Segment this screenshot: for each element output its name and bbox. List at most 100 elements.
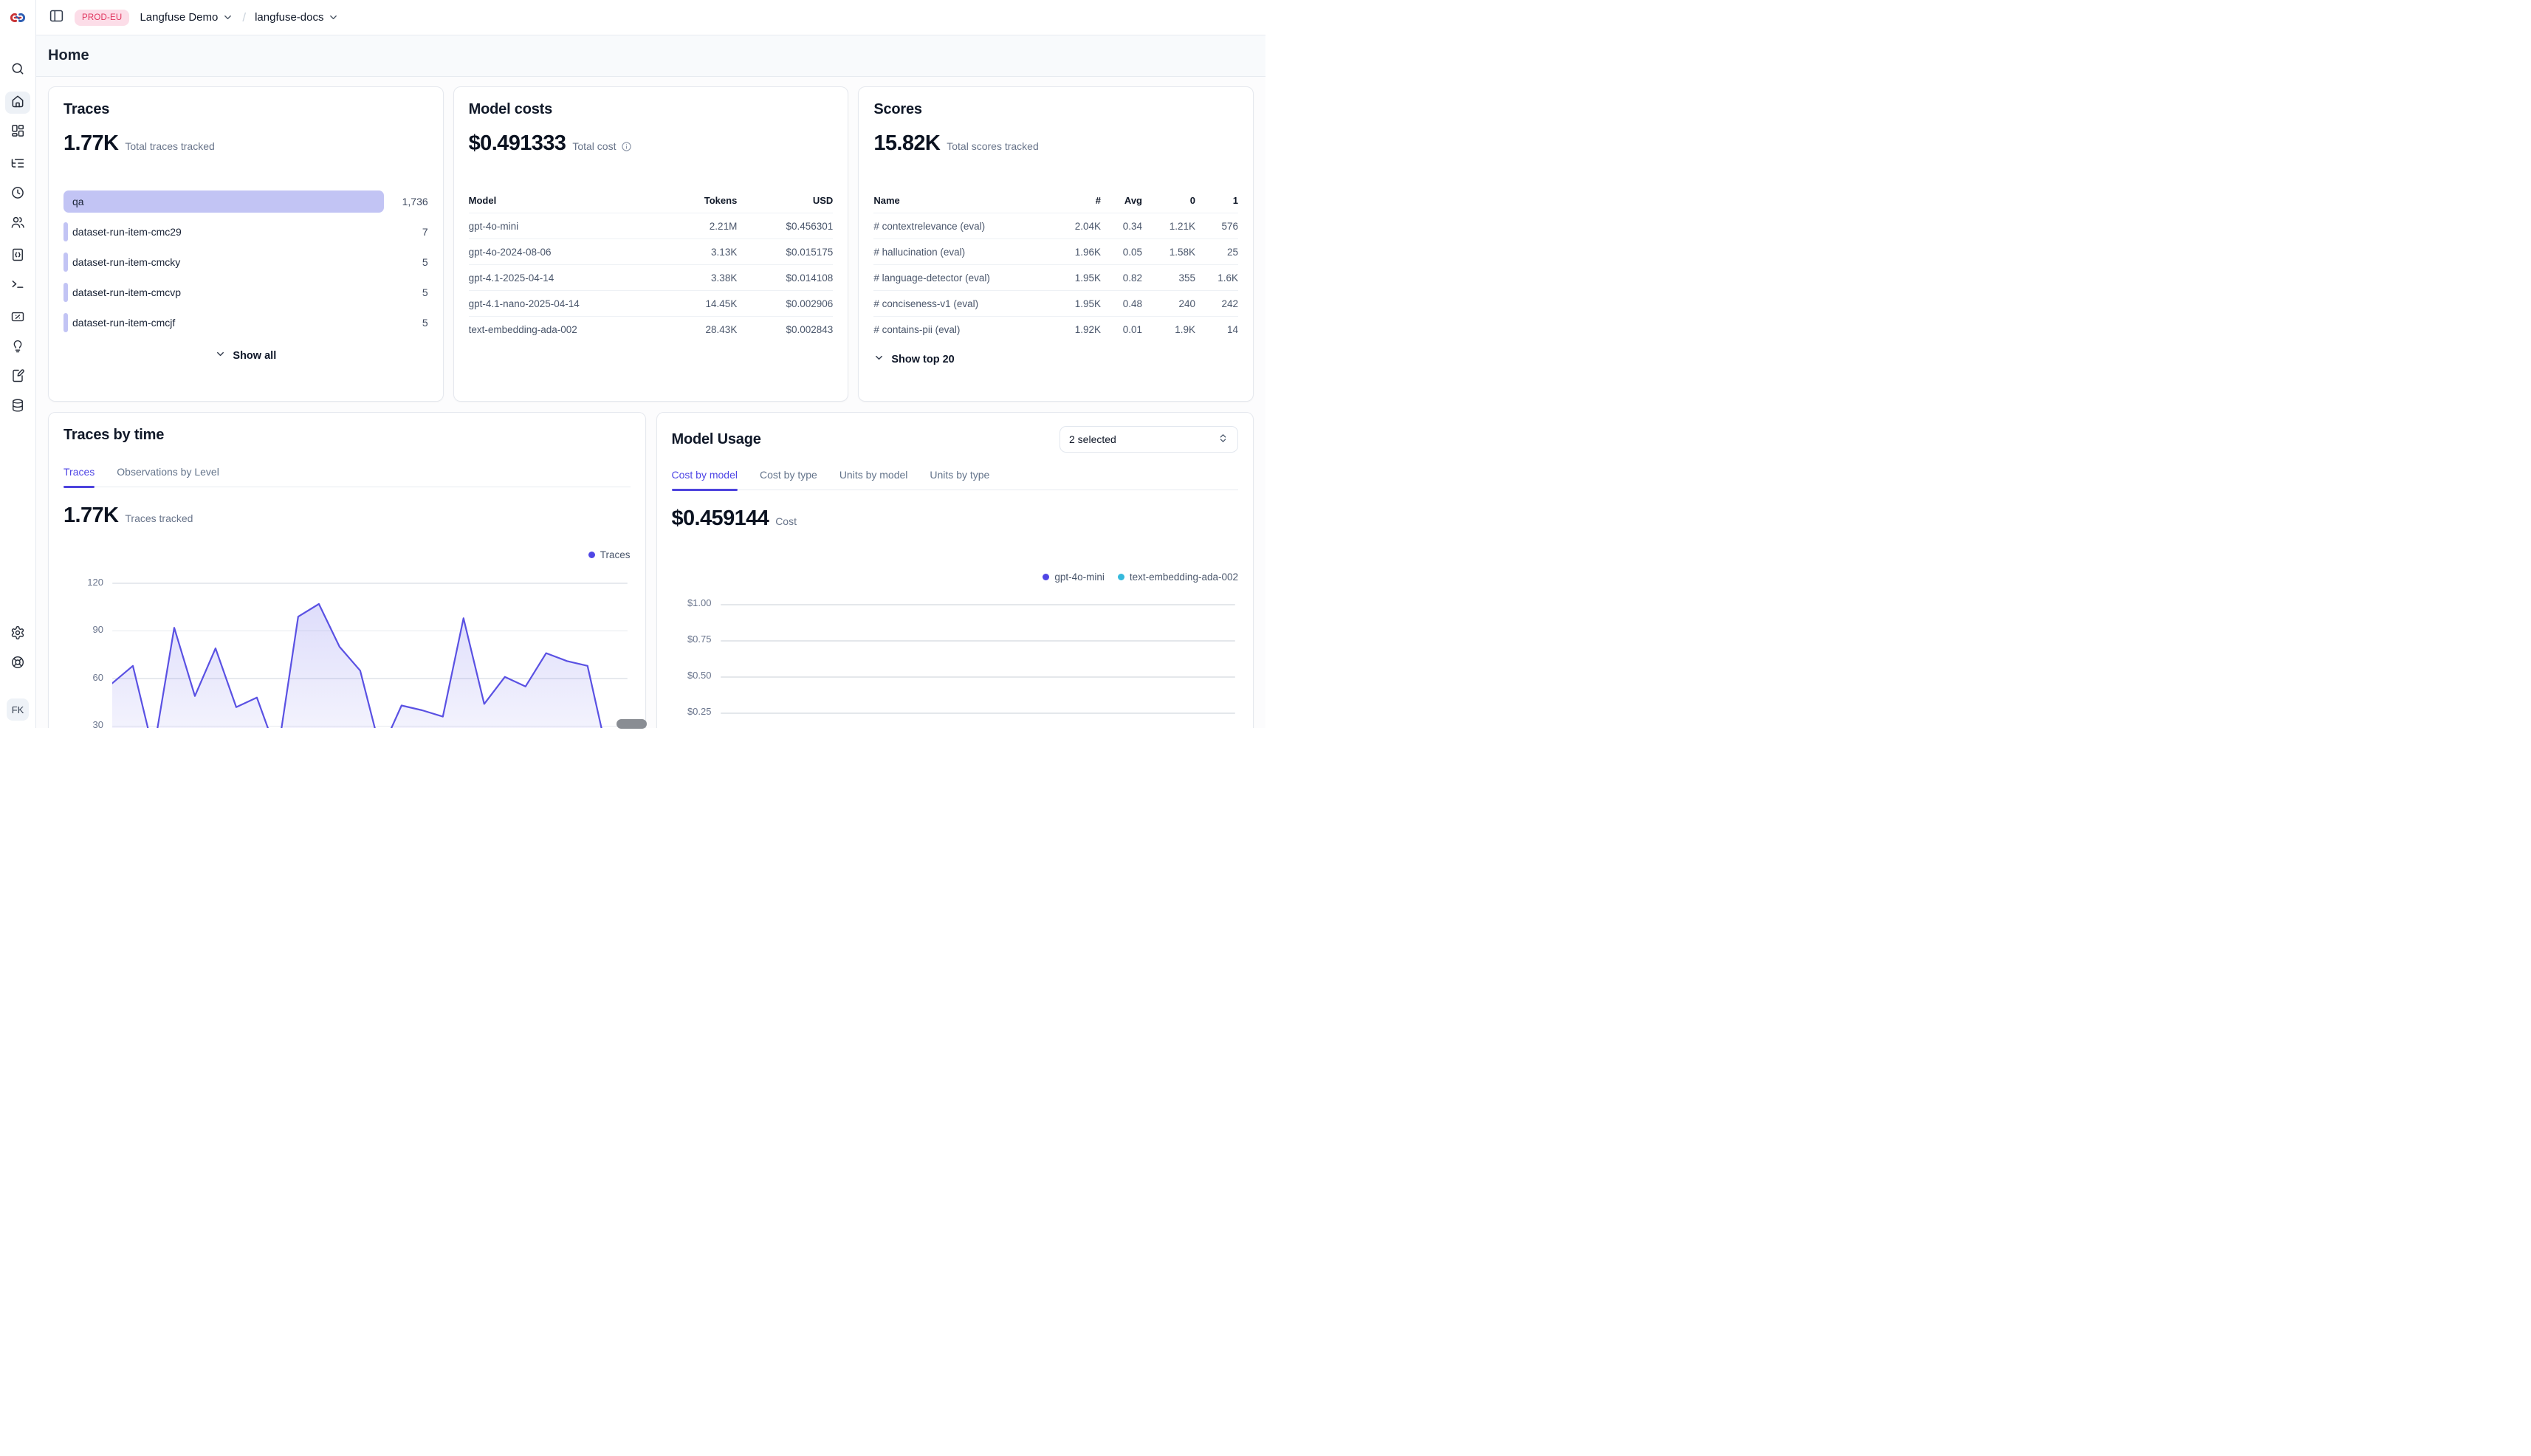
score-one: 25: [1195, 238, 1238, 264]
model-name: gpt-4o-2024-08-06: [469, 238, 649, 264]
sidebar-item-settings[interactable]: [5, 623, 30, 645]
traces-tracked-value: 1.77K: [63, 504, 118, 528]
table-row: # conciseness-v1 (eval) 1.95K 0.48 240 2…: [873, 290, 1238, 316]
sidebar-item-playground[interactable]: [5, 275, 30, 297]
score-zero: 1.21K: [1142, 213, 1195, 238]
tab-units-by-type[interactable]: Units by type: [930, 463, 989, 490]
list-tree-icon: [10, 156, 25, 174]
table-row: gpt-4o-2024-08-06 3.13K $0.015175: [469, 238, 834, 264]
table-row: gpt-4.1-2025-04-14 3.38K $0.014108: [469, 264, 834, 290]
tab-observations-by-level[interactable]: Observations by Level: [117, 460, 219, 487]
tab-traces[interactable]: Traces: [63, 460, 95, 487]
show-top-20-label: Show top 20: [891, 354, 954, 365]
y-axis-tick: 60: [63, 672, 103, 683]
tokens-value: 3.38K: [648, 264, 737, 290]
tab-cost-by-type[interactable]: Cost by type: [760, 463, 817, 490]
sidebar-item-datasets[interactable]: [5, 396, 30, 418]
sidebar-toggle-button[interactable]: [48, 10, 64, 26]
traces-by-time-card: Traces by time Traces Observations by Le…: [48, 412, 646, 728]
trace-name: qa: [72, 196, 84, 207]
sidebar-item-evaluation[interactable]: [5, 307, 30, 329]
chevron-down-icon: [328, 12, 339, 23]
score-name: # contextrelevance (eval): [873, 213, 1055, 238]
tab-cost-by-model[interactable]: Cost by model: [672, 463, 738, 490]
dashboard-content: Traces 1.77K Total traces tracked qa 1,7…: [36, 77, 1266, 728]
environment-badge: PROD-EU: [75, 10, 129, 26]
gear-icon: [10, 625, 25, 644]
traces-tracked-label: Traces tracked: [125, 512, 193, 524]
trace-bar: [63, 253, 68, 272]
usd-value: $0.456301: [737, 213, 833, 238]
percent-board-icon: [10, 309, 25, 328]
score-count: 1.95K: [1055, 264, 1101, 290]
sidebar-item-support[interactable]: [5, 653, 30, 675]
score-name: # contains-pii (eval): [873, 316, 1055, 342]
sidebar-item-users[interactable]: [5, 213, 30, 235]
avatar[interactable]: FK: [7, 698, 29, 721]
clock-icon: [10, 185, 25, 204]
show-top-20-button[interactable]: Show top 20: [873, 352, 1238, 366]
database-icon: [10, 398, 25, 416]
tab-units-by-model[interactable]: Units by model: [839, 463, 908, 490]
model-costs-card-title: Model costs: [469, 100, 834, 118]
horizontal-scrollbar-thumb[interactable]: [617, 719, 647, 729]
scores-total-label: Total scores tracked: [947, 140, 1039, 152]
sidebar-item-tracing[interactable]: [5, 154, 30, 176]
trace-bar: [63, 190, 384, 213]
column-header: Tokens: [648, 195, 737, 213]
score-count: 1.96K: [1055, 238, 1101, 264]
column-header: 0: [1142, 195, 1195, 213]
legend-label: text-embedding-ada-002: [1130, 571, 1238, 583]
org-selector[interactable]: Langfuse Demo: [140, 11, 233, 24]
model-usage-chart: $1.00 $0.75 $0.50 $0.25: [672, 588, 1239, 728]
sidebar-item-annotation[interactable]: [5, 366, 30, 388]
table-row: text-embedding-ada-002 28.43K $0.002843: [469, 316, 834, 342]
trace-count: 7: [384, 226, 428, 238]
scores-total: 15.82K: [873, 131, 940, 156]
chevron-down-icon: [222, 12, 233, 23]
table-row: # language-detector (eval) 1.95K 0.82 35…: [873, 264, 1238, 290]
sidebar-item-prompts[interactable]: [5, 245, 30, 267]
traces-area-chart: 120 90 60 30: [63, 566, 631, 728]
score-avg: 0.82: [1101, 264, 1142, 290]
tokens-value: 14.45K: [648, 290, 737, 316]
trace-name: dataset-run-item-cmcky: [72, 256, 180, 268]
score-one: 14: [1195, 316, 1238, 342]
trace-count: 5: [384, 256, 428, 268]
chart-legend: gpt-4o-mini text-embedding-ada-002: [672, 570, 1239, 583]
score-avg: 0.05: [1101, 238, 1142, 264]
column-header: USD: [737, 195, 833, 213]
model-costs-total-label: Total cost: [572, 140, 616, 152]
trace-row: qa 1,736: [63, 190, 428, 213]
usd-value: $0.015175: [737, 238, 833, 264]
trace-count: 1,736: [384, 196, 428, 207]
chevrons-up-down-icon: [1218, 433, 1229, 446]
sidebar-item-search[interactable]: [5, 59, 30, 81]
file-braces-icon: [10, 247, 25, 266]
chevron-down-icon: [215, 348, 226, 363]
sidebar-item-llm-as-judge[interactable]: [5, 337, 30, 359]
model-name: gpt-4o-mini: [469, 213, 649, 238]
model-select[interactable]: 2 selected: [1060, 426, 1238, 453]
y-axis-tick: 90: [63, 624, 103, 635]
score-zero: 355: [1142, 264, 1195, 290]
trace-row: dataset-run-item-cmc29 7: [63, 221, 428, 243]
project-name: langfuse-docs: [255, 11, 323, 24]
info-icon[interactable]: [621, 141, 632, 152]
project-selector[interactable]: langfuse-docs: [255, 11, 339, 24]
sidebar-item-home[interactable]: [5, 92, 30, 114]
sidebar-item-sessions[interactable]: [5, 183, 30, 205]
table-row: gpt-4.1-nano-2025-04-14 14.45K $0.002906: [469, 290, 834, 316]
show-all-button[interactable]: Show all: [63, 348, 428, 363]
table-row: # hallucination (eval) 1.96K 0.05 1.58K …: [873, 238, 1238, 264]
scores-card: Scores 15.82K Total scores tracked Name …: [858, 86, 1254, 402]
cost-value: $0.459144: [672, 506, 769, 531]
y-axis-tick: $0.25: [672, 706, 712, 717]
column-header: Name: [873, 195, 1055, 213]
legend-label: Traces: [600, 549, 631, 560]
trace-count: 5: [384, 317, 428, 329]
usd-value: $0.014108: [737, 264, 833, 290]
sidebar-item-dashboards[interactable]: [5, 121, 30, 143]
trace-name: dataset-run-item-cmcvp: [72, 286, 181, 298]
trace-bar: [63, 283, 68, 302]
